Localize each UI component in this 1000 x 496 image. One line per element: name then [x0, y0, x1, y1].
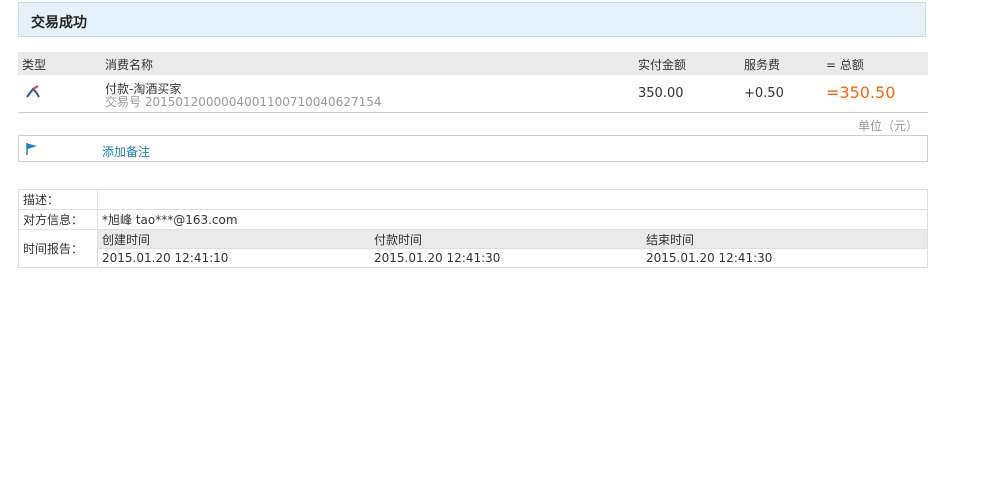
end-time: 2015.01.20 12:41:30: [646, 251, 773, 265]
col-name: 消费名称: [105, 58, 154, 72]
trade-number: 交易号 2015012000004001100710040627154: [105, 95, 382, 109]
paid-time: 2015.01.20 12:41:30: [374, 251, 501, 265]
col-paid: 实付金额: [638, 58, 687, 72]
col-type: 类型: [22, 58, 47, 72]
end-time-header: 结束时间: [646, 232, 695, 247]
paid-amount: 350.00: [638, 86, 684, 101]
alipay-transfer-icon: [26, 85, 40, 98]
detail-table: 描述： 对方信息： *旭峰 tao***@163.com 时间报告： 创建时间 付…: [18, 189, 928, 268]
status-banner: 交易成功: [18, 2, 926, 37]
col-total: = 总额: [826, 58, 864, 72]
unit-label: 单位（元）: [857, 119, 918, 133]
flag-icon: [26, 143, 37, 155]
total-amount: =350.50: [826, 83, 896, 102]
desc-value: [97, 189, 928, 210]
table-header: 类型 消费名称 实付金额 服务费 = 总额: [18, 52, 928, 75]
party-label: 对方信息：: [18, 209, 98, 230]
add-note-link[interactable]: 添加备注: [102, 143, 150, 160]
col-fee: 服务费: [744, 58, 781, 72]
time-values: 2015.01.20 12:41:10 2015.01.20 12:41:30 20…: [97, 248, 928, 268]
table-row: 付款-淘酒买家 交易号 2015012000004001100710040627…: [18, 75, 928, 113]
created-time: 2015.01.20 12:41:10: [102, 251, 229, 265]
paid-time-header: 付款时间: [374, 232, 423, 247]
status-title: 交易成功: [31, 15, 87, 31]
time-headers: 创建时间 付款时间 结束时间: [97, 229, 928, 249]
created-time-header: 创建时间: [102, 232, 151, 247]
desc-label: 描述：: [18, 189, 98, 210]
service-fee: +0.50: [744, 86, 784, 101]
note-bar: 添加备注: [18, 135, 928, 162]
party-value: *旭峰 tao***@163.com: [97, 209, 928, 230]
transaction-table: 类型 消费名称 实付金额 服务费 = 总额 付款-淘酒买家 交易号 201501…: [18, 52, 928, 113]
time-label: 时间报告：: [18, 229, 98, 268]
